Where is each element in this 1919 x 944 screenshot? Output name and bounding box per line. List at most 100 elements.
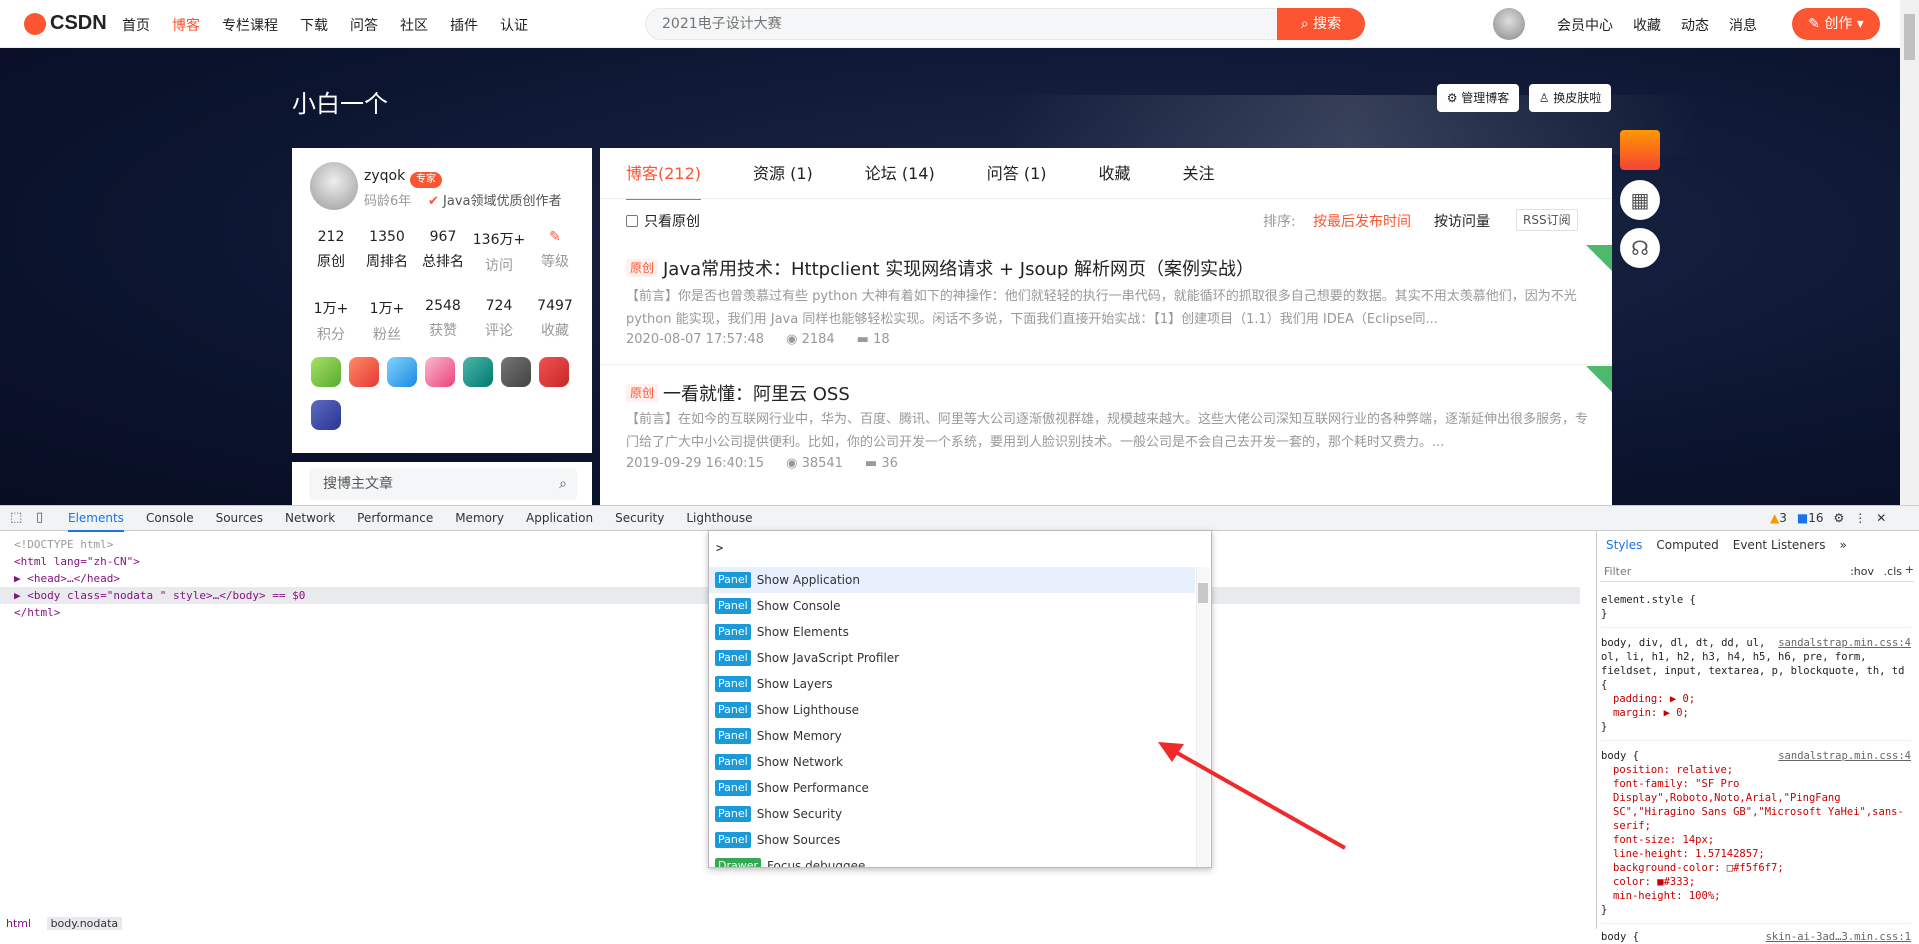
nav-messages[interactable]: 消息 <box>1729 15 1757 35</box>
page-scrollbar-thumb[interactable] <box>1904 14 1915 60</box>
search-input[interactable] <box>646 9 1266 39</box>
css-source-link[interactable]: skin-ai-3ad…3.min.css:1 <box>1766 930 1911 944</box>
command-item[interactable]: Panel Show Layers <box>709 671 1195 697</box>
command-item[interactable]: Panel Show Performance <box>709 775 1195 801</box>
command-item[interactable]: Panel Show Console <box>709 593 1195 619</box>
command-item[interactable]: Panel Show Security <box>709 801 1195 827</box>
breadcrumb-body[interactable]: body.nodata <box>46 917 123 930</box>
tab-resources[interactable]: 资源 (1) <box>753 160 813 200</box>
page-scrollbar[interactable] <box>1900 0 1919 505</box>
settings-gear-icon[interactable]: ⚙ <box>1834 511 1845 525</box>
tab-console[interactable]: Console <box>146 511 194 532</box>
css-property[interactable]: font-size: 14px; <box>1601 833 1911 847</box>
warnings-count[interactable]: ▲3 <box>1770 511 1787 525</box>
tab-performance[interactable]: Performance <box>357 511 433 532</box>
command-item[interactable]: Panel Show Lighthouse <box>709 697 1195 723</box>
close-icon[interactable]: ✕ <box>1876 511 1886 525</box>
tab-more[interactable]: » <box>1839 538 1846 552</box>
stat-original[interactable]: 212 原创 <box>301 229 361 271</box>
tab-following[interactable]: 关注 <box>1183 160 1215 200</box>
css-property[interactable]: margin: ▶ 0; <box>1601 706 1911 720</box>
badge-icon[interactable] <box>425 357 455 387</box>
search-button[interactable]: ⌕ 搜索 <box>1277 8 1365 40</box>
nav-courses[interactable]: 专栏课程 <box>222 15 278 35</box>
badge-icon[interactable] <box>463 357 493 387</box>
css-property[interactable]: min-height: 100%; <box>1601 889 1911 903</box>
promo-icon[interactable] <box>1620 130 1660 170</box>
command-item[interactable]: Panel Show JavaScript Profiler <box>709 645 1195 671</box>
css-rule[interactable]: skin-ai-3ad…3.min.css:1 body { <box>1601 930 1911 944</box>
qrcode-icon[interactable]: ▦ <box>1620 180 1660 220</box>
article-title[interactable]: 一看就懂：阿里云 OSS <box>663 380 850 406</box>
article-title[interactable]: Java常用技术：Httpclient 实现网络请求 + Jsoup 解析网页（… <box>663 255 1254 281</box>
article-item[interactable]: 原创 一看就懂：阿里云 OSS 【前言】在如今的互联网行业中，华为、百度、腾讯、… <box>600 366 1612 491</box>
css-property[interactable]: padding: ▶ 0; <box>1601 692 1911 706</box>
command-scrollbar-thumb[interactable] <box>1198 583 1208 603</box>
css-rule[interactable]: sandalstrap.min.css:4 body, div, dl, dt,… <box>1601 634 1911 741</box>
badge-icon[interactable] <box>311 357 341 387</box>
inspect-element-icon[interactable]: ⬚ <box>10 510 22 525</box>
stat-level[interactable]: ✎ 等级 <box>525 229 585 271</box>
nav-qa[interactable]: 问答 <box>350 15 378 35</box>
css-source-link[interactable]: sandalstrap.min.css:4 <box>1778 636 1911 650</box>
badge-icon[interactable] <box>349 357 379 387</box>
cls-toggle[interactable]: .cls <box>1884 565 1902 578</box>
sort-by-time[interactable]: 按最后发布时间 <box>1313 211 1411 231</box>
messages-count[interactable]: ■16 <box>1797 511 1824 525</box>
manage-blog-button[interactable]: ⚙ 管理博客 <box>1437 84 1519 112</box>
css-property[interactable]: background-color: □#f5f6f7; <box>1601 861 1911 875</box>
stat-total-rank[interactable]: 967 总排名 <box>413 229 473 271</box>
tab-security[interactable]: Security <box>615 511 664 532</box>
css-property[interactable]: color: ■#333; <box>1601 875 1911 889</box>
nav-community[interactable]: 社区 <box>400 15 428 35</box>
command-item[interactable]: Panel Show Network <box>709 749 1195 775</box>
css-source-link[interactable]: sandalstrap.min.css:4 <box>1778 749 1911 763</box>
nav-plugin[interactable]: 插件 <box>450 15 478 35</box>
tab-lighthouse[interactable]: Lighthouse <box>686 511 752 532</box>
nav-home[interactable]: 首页 <box>122 15 150 35</box>
tab-favorites[interactable]: 收藏 <box>1099 160 1131 200</box>
tab-elements[interactable]: Elements <box>68 511 124 532</box>
badge-icon[interactable] <box>539 357 569 387</box>
tab-memory[interactable]: Memory <box>455 511 504 532</box>
badge-icon[interactable] <box>387 357 417 387</box>
nav-vip[interactable]: 会员中心 <box>1557 15 1613 35</box>
blogger-search-input[interactable]: 搜博主文章 ⌕ <box>309 468 577 500</box>
styles-filter[interactable]: Filter:hov .cls + <box>1600 560 1914 582</box>
add-rule-icon[interactable]: + <box>1905 563 1914 576</box>
tab-network[interactable]: Network <box>285 511 335 532</box>
tab-event-listeners[interactable]: Event Listeners <box>1733 538 1826 552</box>
nav-download[interactable]: 下载 <box>300 15 328 35</box>
rss-button[interactable]: RSS订阅 <box>1516 209 1578 231</box>
tab-styles[interactable]: Styles <box>1606 538 1642 552</box>
user-avatar[interactable] <box>1493 8 1525 40</box>
tab-forum[interactable]: 论坛 (14) <box>865 160 935 200</box>
change-skin-button[interactable]: ♙ 换皮肤啦 <box>1529 84 1611 112</box>
badge-icon[interactable] <box>501 357 531 387</box>
device-toggle-icon[interactable]: ▯ <box>36 510 43 525</box>
profile-username[interactable]: zyqok <box>364 168 405 184</box>
command-item[interactable]: Drawer Focus debuggee <box>709 853 1195 867</box>
command-item[interactable]: Panel Show Application <box>709 567 1195 593</box>
breadcrumb-html[interactable]: html <box>6 917 31 930</box>
csdn-logo[interactable]: CSDN <box>24 12 107 35</box>
nav-cert[interactable]: 认证 <box>500 15 528 35</box>
tab-sources[interactable]: Sources <box>216 511 263 532</box>
css-property[interactable]: position: relative; <box>1601 763 1911 777</box>
tab-application[interactable]: Application <box>526 511 593 532</box>
tab-qa[interactable]: 问答 (1) <box>987 160 1047 200</box>
css-property[interactable]: font-family: "SF Pro Display",Roboto,Not… <box>1601 777 1911 833</box>
css-rule[interactable]: sandalstrap.min.css:4 body { position: r… <box>1601 747 1911 924</box>
stat-weekly-rank[interactable]: 1350 周排名 <box>357 229 417 271</box>
profile-avatar[interactable] <box>310 162 358 210</box>
article-item[interactable]: 原创 Java常用技术：Httpclient 实现网络请求 + Jsoup 解析… <box>600 245 1612 365</box>
stat-fans[interactable]: 1万+ 粉丝 <box>357 298 417 344</box>
command-item[interactable]: Panel Show Sources <box>709 827 1195 853</box>
search-icon[interactable]: ⌕ <box>559 468 567 500</box>
create-button[interactable]: ✎ 创作 ▾ <box>1792 8 1880 40</box>
more-menu-icon[interactable]: ⋮ <box>1854 511 1866 525</box>
css-property[interactable]: line-height: 1.57142857; <box>1601 847 1911 861</box>
nav-activity[interactable]: 动态 <box>1681 15 1709 35</box>
sort-by-views[interactable]: 按访问量 <box>1434 211 1490 231</box>
nav-favorites[interactable]: 收藏 <box>1633 15 1661 35</box>
